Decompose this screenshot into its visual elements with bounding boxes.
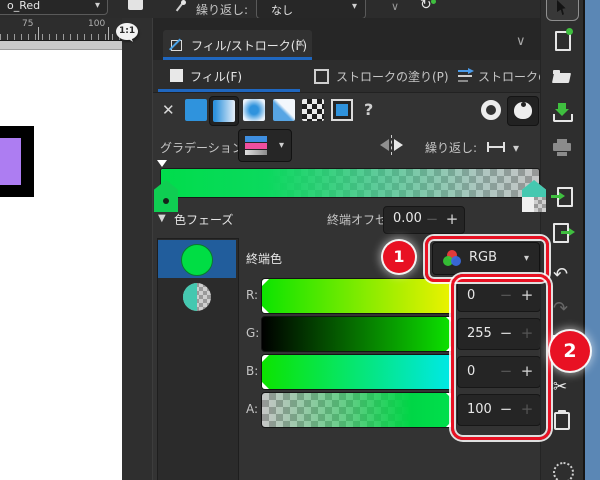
annotation-step-2: 2	[550, 331, 590, 371]
dock-tab-title: フィル/ストローク(F)	[191, 37, 307, 54]
canvas-margin	[0, 41, 122, 50]
paint-radial-gradient-icon[interactable]	[243, 99, 265, 121]
stop-swatch-teal	[183, 283, 211, 311]
chevron-down-icon: ▾	[95, 1, 100, 11]
paint-unknown-icon[interactable]: ?	[364, 100, 373, 119]
toolbar-repeat-value: なし	[271, 2, 293, 18]
dock-menu-chevron-icon[interactable]: ∨	[516, 34, 526, 49]
open-document-icon[interactable]	[553, 68, 572, 87]
chevron-down-icon[interactable]: ∨	[391, 0, 399, 13]
stop-position-marker	[157, 160, 167, 167]
annotation-step-1: 1	[383, 241, 415, 273]
paint-none-icon[interactable]: ✕	[162, 101, 175, 119]
print-icon[interactable]	[553, 139, 572, 158]
fill-rule-nonzero-icon[interactable]	[481, 100, 501, 120]
save-document-icon[interactable]	[553, 103, 572, 122]
paint-flat-icon[interactable]	[185, 99, 207, 121]
cut-icon[interactable]: ✂	[553, 379, 572, 398]
end-offset-spinner[interactable]: 0.00 − +	[383, 206, 465, 234]
channel-label-b: B:	[246, 364, 258, 378]
fill-rule-evenodd-icon[interactable]	[507, 96, 539, 126]
dock-gutter[interactable]	[122, 18, 153, 480]
stop-list-item[interactable]	[158, 278, 236, 316]
repeat-chevron-icon[interactable]: ▾	[513, 142, 519, 154]
sync-icon[interactable]: ↻	[420, 0, 438, 14]
gradient-select-dropdown[interactable]: ▾	[238, 129, 292, 162]
channel-slider-a[interactable]	[261, 392, 454, 428]
toolbar-repeat-dropdown[interactable]: なし ▾	[256, 0, 366, 19]
close-icon[interactable]: ×	[295, 36, 306, 51]
annotation-box-spinners	[451, 274, 551, 440]
chevron-down-icon: ▾	[352, 2, 357, 12]
spin-plus-button[interactable]: +	[444, 209, 460, 229]
channel-slider-r[interactable]	[261, 278, 454, 314]
gradient-name-dropdown[interactable]: o_Red ▾	[0, 0, 108, 15]
chevron-down-icon: ▾	[279, 141, 284, 151]
end-offset-value: 0.00	[393, 211, 422, 226]
pin-icon[interactable]	[173, 0, 187, 14]
new-document-icon[interactable]	[553, 31, 572, 50]
zoom-tool-icon[interactable]	[553, 462, 574, 480]
export-document-icon[interactable]	[553, 223, 572, 242]
channel-label-r: R:	[246, 288, 258, 302]
gradient-preview-icon	[245, 136, 267, 155]
window-edge-strip	[583, 0, 600, 480]
stop-color-label: 終端色	[246, 250, 282, 267]
stops-header: 色フェーズ	[174, 211, 233, 228]
paste-icon[interactable]	[553, 410, 572, 429]
stop-swatch-green	[181, 244, 213, 276]
stop-list[interactable]	[157, 238, 239, 480]
horizontal-ruler[interactable]: 75 100	[0, 18, 122, 41]
canvas[interactable]	[0, 50, 122, 480]
undo-icon[interactable]: ↶	[553, 266, 572, 285]
spin-minus-button[interactable]: −	[424, 209, 440, 229]
paint-pattern-icon[interactable]	[302, 99, 324, 121]
cursor-arrow-icon	[557, 0, 569, 15]
tab-stroke-paint[interactable]: ストロークの塗り(P)	[306, 60, 448, 92]
repeat-none-icon[interactable]	[487, 141, 505, 153]
redo-icon[interactable]: ↷	[553, 300, 572, 319]
reverse-gradient-icon[interactable]	[380, 136, 404, 154]
gradient-preview-bar[interactable]	[160, 168, 540, 198]
channel-slider-g[interactable]	[261, 316, 454, 352]
zoom-badge: 1:1	[116, 23, 138, 40]
stroke-style-icon	[458, 70, 474, 82]
stops-expander-icon[interactable]: ▼	[158, 213, 166, 224]
paint-mesh-gradient-icon[interactable]	[273, 99, 295, 121]
gradient-name-label: o_Red	[7, 0, 40, 12]
tab-stroke-style[interactable]: ストロークのスタイル(Y)	[452, 60, 540, 92]
repeat-label: 繰り返し:	[425, 139, 477, 156]
channel-label-g: G:	[246, 326, 259, 340]
import-document-icon[interactable]	[553, 187, 572, 206]
inkscape-window: o_Red ▾ 繰り返し: なし ▾ ∨ ↻ 75 100 1:1	[0, 0, 600, 480]
channel-slider-b[interactable]	[261, 354, 454, 390]
stroke-square-icon	[314, 69, 329, 84]
rectangle-fill	[0, 138, 21, 185]
toolbar-repeat-label: 繰り返し:	[196, 1, 248, 18]
fill-stroke-icon	[171, 38, 185, 52]
gradient-label: グラデーション:	[160, 139, 248, 156]
channel-label-a: A:	[246, 402, 258, 416]
dock-tab-fill-stroke[interactable]: フィル/ストローク(F) ×	[163, 30, 312, 60]
drawn-rectangle[interactable]	[0, 126, 34, 197]
select-tool-button[interactable]	[546, 0, 579, 21]
tab-fill[interactable]: フィル(F)	[158, 60, 300, 92]
swatch-icon[interactable]	[128, 0, 143, 10]
ruler-label: 100	[88, 19, 105, 29]
paint-linear-gradient-icon[interactable]	[209, 96, 239, 126]
ruler-label: 75	[22, 19, 33, 29]
paint-swatch-icon[interactable]	[331, 99, 353, 121]
stop-list-item-selected[interactable]	[158, 240, 236, 278]
fill-square-icon	[170, 69, 183, 82]
